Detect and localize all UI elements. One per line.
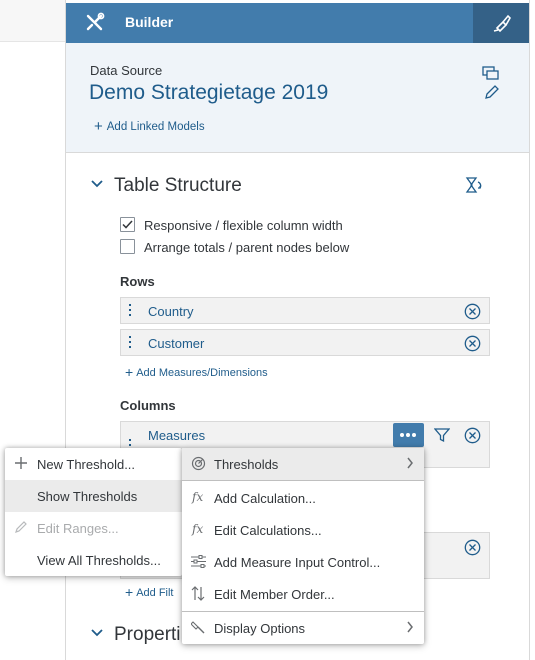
row-token-country[interactable]: Country xyxy=(120,297,490,324)
menu-item-view-all-thresholds[interactable]: View All Thresholds... xyxy=(5,544,182,576)
remove-icon[interactable] xyxy=(464,335,481,352)
remove-icon[interactable] xyxy=(464,539,481,556)
responsive-checkbox[interactable] xyxy=(120,217,135,232)
properties-title[interactable]: Properti xyxy=(114,624,181,646)
add-measures-dimensions-link[interactable]: + Add Measures/Dimensions xyxy=(125,364,268,380)
edit-icon[interactable] xyxy=(484,85,499,100)
add-linked-models-link[interactable]: + Add Linked Models xyxy=(94,118,205,135)
data-source-name[interactable]: Demo Strategietage 2019 xyxy=(89,81,328,105)
menu-item-show-thresholds[interactable]: Show Thresholds xyxy=(5,480,182,512)
builder-header: Builder xyxy=(66,3,529,43)
paint-brush-icon xyxy=(493,14,511,33)
drag-handle-icon[interactable] xyxy=(129,336,132,351)
token-label: Measures xyxy=(148,428,206,443)
menu-item-edit-ranges[interactable]: Edit Ranges... xyxy=(5,512,182,544)
display-options-icon xyxy=(191,621,205,634)
threshold-submenu: New Threshold... Show Thresholds Edit Ra… xyxy=(5,448,182,576)
panel-title: Builder xyxy=(125,14,174,30)
thresholds-icon xyxy=(191,456,206,471)
menu-separator xyxy=(182,480,424,481)
drag-handle-icon[interactable] xyxy=(129,304,132,319)
plus-icon xyxy=(15,457,27,469)
filter-icon[interactable] xyxy=(434,427,450,443)
fx-icon: fx xyxy=(192,522,204,536)
sort-icon xyxy=(191,586,205,601)
fx-icon: fx xyxy=(192,490,204,504)
pencil-icon xyxy=(15,521,27,533)
menu-item-edit-calculations[interactable]: fx Edit Calculations... xyxy=(182,514,424,546)
arrange-totals-checkbox[interactable] xyxy=(120,239,135,254)
token-label: Country xyxy=(148,304,194,319)
chevron-down-icon[interactable] xyxy=(90,628,104,638)
sliders-icon xyxy=(191,555,206,568)
chevron-down-icon[interactable] xyxy=(90,179,104,189)
tools-icon[interactable] xyxy=(84,12,106,34)
add-filter-link[interactable]: + Add Filt xyxy=(125,584,173,600)
chevron-right-icon xyxy=(407,457,413,469)
remove-icon[interactable] xyxy=(464,303,481,320)
menu-item-add-calculation[interactable]: fx Add Calculation... xyxy=(182,482,424,514)
more-options-button[interactable] xyxy=(393,423,424,447)
arrange-totals-label: Arrange totals / parent nodes below xyxy=(144,240,350,255)
menu-item-thresholds[interactable]: Thresholds xyxy=(182,448,424,480)
columns-label: Columns xyxy=(120,398,176,413)
row-token-customer[interactable]: Customer xyxy=(120,329,490,356)
menu-item-edit-member-order[interactable]: Edit Member Order... xyxy=(182,578,424,610)
data-source-label: Data Source xyxy=(90,63,163,78)
menu-item-display-options[interactable]: Display Options xyxy=(182,612,424,644)
menu-item-add-measure-input-control[interactable]: Add Measure Input Control... xyxy=(182,546,424,578)
chevron-right-icon xyxy=(407,621,413,633)
checkmark-icon xyxy=(122,220,133,229)
table-structure-title[interactable]: Table Structure xyxy=(114,175,242,197)
menu-item-new-threshold[interactable]: New Threshold... xyxy=(5,448,182,480)
remove-icon[interactable] xyxy=(464,427,481,444)
rows-label: Rows xyxy=(120,274,155,289)
app-topbar xyxy=(0,0,66,42)
token-label: Customer xyxy=(148,336,205,351)
styling-tab[interactable] xyxy=(473,3,529,43)
swap-axis-icon[interactable] xyxy=(464,176,484,194)
measures-context-menu: Thresholds fx Add Calculation... fx Edit… xyxy=(182,448,424,644)
responsive-label: Responsive / flexible column width xyxy=(144,218,343,233)
copy-icon[interactable] xyxy=(482,66,500,82)
data-source-block: Data Source Demo Strategietage 2019 + Add… xyxy=(66,43,529,153)
